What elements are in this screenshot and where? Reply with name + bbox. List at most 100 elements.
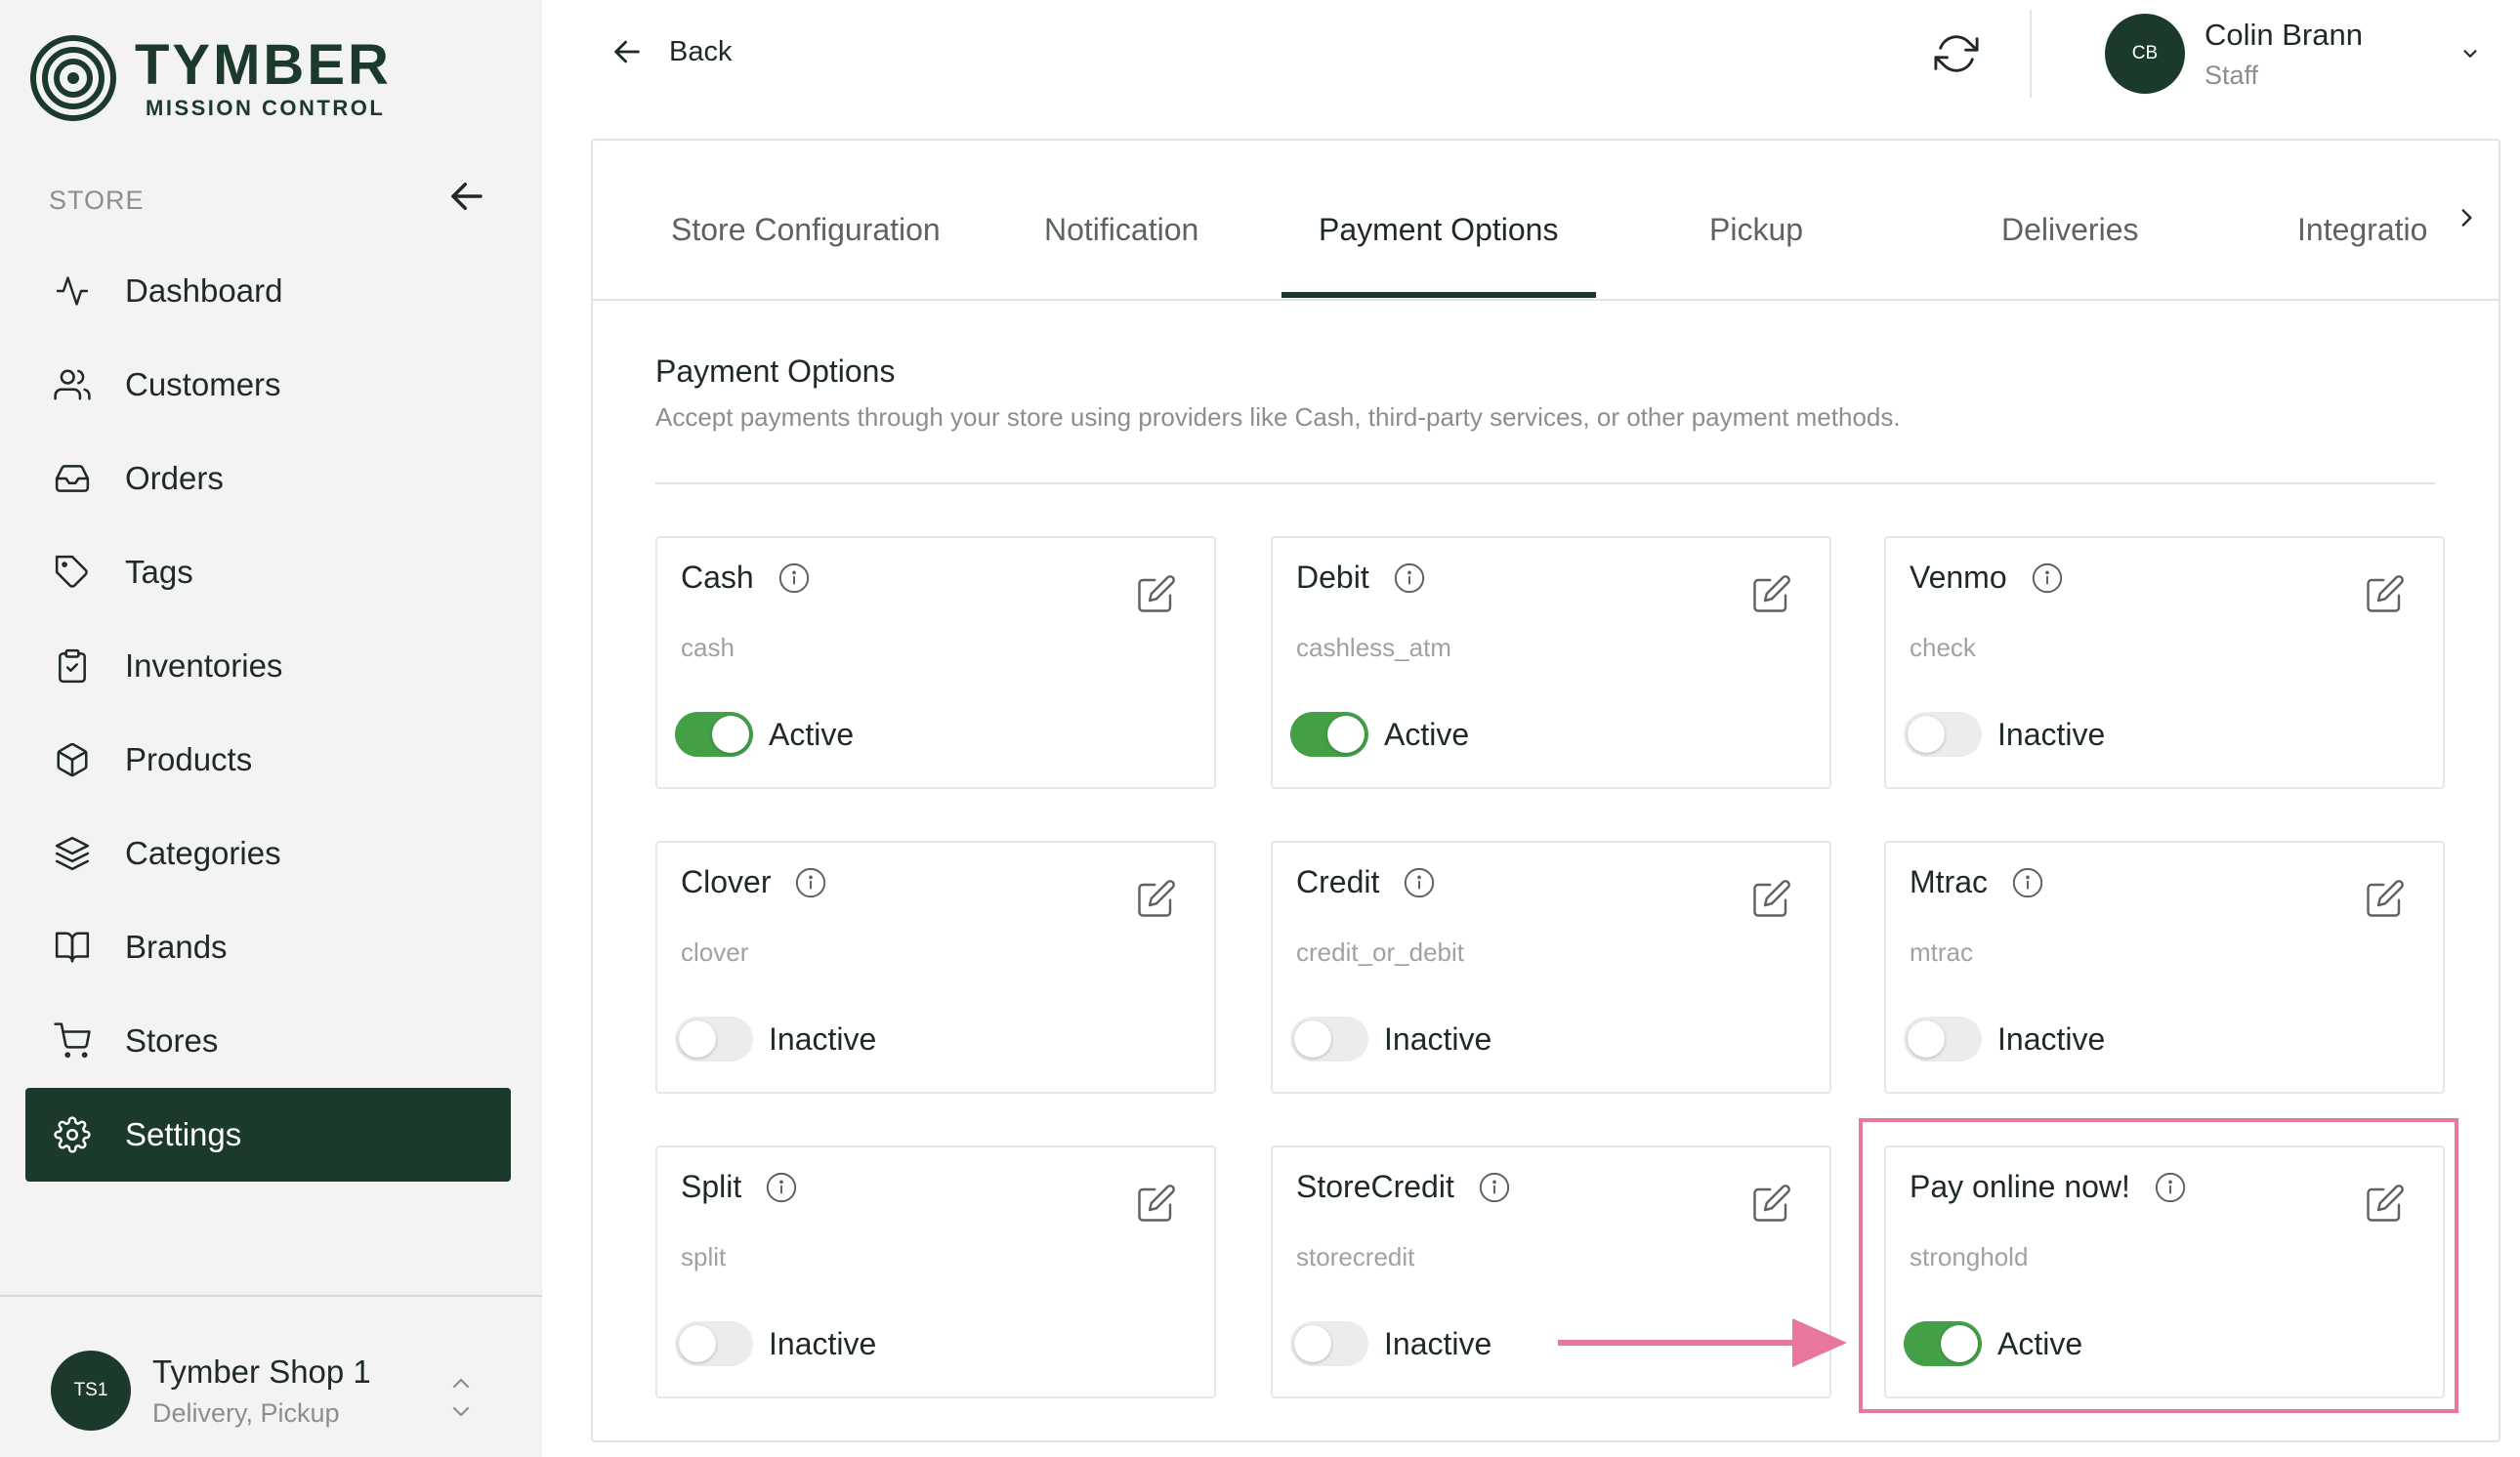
- status-label: Inactive: [769, 1325, 877, 1361]
- sidebar-item-label: Tags: [125, 554, 193, 590]
- sidebar-item-dashboard[interactable]: Dashboard: [25, 244, 511, 338]
- payment-method-code: credit_or_debit: [1296, 937, 1464, 967]
- payment-method-code: split: [681, 1242, 727, 1271]
- sidebar-item-inventories[interactable]: Inventories: [25, 619, 511, 713]
- status-label: Active: [1384, 716, 1470, 752]
- info-icon[interactable]: [1393, 562, 1426, 595]
- collapse-sidebar-button[interactable]: [444, 174, 489, 219]
- payment-method-name: Debit: [1296, 560, 1369, 595]
- sidebar-item-stores[interactable]: Stores: [25, 994, 511, 1088]
- edit-icon[interactable]: [1751, 878, 1792, 919]
- tab-integrations[interactable]: Integratio: [2297, 212, 2427, 248]
- user-menu[interactable]: CB Colin Brann Staff: [2105, 14, 2363, 94]
- clipboard-check-icon: [53, 646, 92, 686]
- edit-icon[interactable]: [1751, 573, 1792, 614]
- tab-payment-options[interactable]: Payment Options: [1319, 212, 1558, 248]
- section-description: Accept payments through your store using…: [655, 402, 1901, 432]
- status-toggle[interactable]: [1290, 1017, 1368, 1062]
- arrow-left-icon: [446, 176, 487, 217]
- payment-method-name: Cash: [681, 560, 754, 595]
- gear-icon: [53, 1115, 92, 1154]
- tab-deliveries[interactable]: Deliveries: [2001, 212, 2138, 248]
- edit-icon[interactable]: [1136, 573, 1177, 614]
- highlight-annotation: [1859, 1118, 2458, 1413]
- layers-icon: [53, 834, 92, 873]
- edit-icon[interactable]: [1751, 1183, 1792, 1224]
- tag-icon: [53, 553, 92, 592]
- toggle-knob: [679, 1325, 716, 1362]
- avatar: CB: [2105, 14, 2185, 94]
- users-icon: [53, 365, 92, 404]
- brand-subtitle: MISSION CONTROL: [146, 96, 386, 120]
- shop-name: Tymber Shop 1: [152, 1353, 371, 1390]
- info-icon[interactable]: [2031, 562, 2064, 595]
- back-button[interactable]: Back: [610, 35, 732, 68]
- edit-icon[interactable]: [2365, 573, 2406, 614]
- book-open-icon: [53, 928, 92, 967]
- status-toggle[interactable]: [1290, 1321, 1368, 1366]
- sidebar-item-label: Products: [125, 741, 253, 777]
- status-toggle[interactable]: [1904, 712, 1982, 757]
- tab-pickup[interactable]: Pickup: [1709, 212, 1803, 248]
- payment-method-name: Credit: [1296, 864, 1380, 899]
- brand-name: TYMBER: [135, 33, 392, 97]
- payment-method-card: Credit credit_or_debit Inactive: [1271, 841, 1831, 1094]
- edit-icon[interactable]: [1136, 1183, 1177, 1224]
- sidebar-item-categories[interactable]: Categories: [25, 807, 511, 900]
- edit-icon[interactable]: [1136, 878, 1177, 919]
- status-toggle[interactable]: [675, 1321, 753, 1366]
- section-divider: [655, 482, 2435, 484]
- sidebar-item-customers[interactable]: Customers: [25, 338, 511, 432]
- sidebar-nav: Dashboard Customers Orders Tags Inventor…: [25, 244, 511, 1182]
- info-icon[interactable]: [765, 1171, 798, 1204]
- shop-switcher[interactable]: TS1 Tymber Shop 1 Delivery, Pickup: [51, 1351, 371, 1431]
- box-icon: [53, 740, 92, 779]
- sidebar-item-tags[interactable]: Tags: [25, 525, 511, 619]
- info-icon[interactable]: [1478, 1171, 1511, 1204]
- sidebar-item-label: Orders: [125, 460, 224, 496]
- info-icon[interactable]: [794, 866, 827, 899]
- arrow-left-icon: [610, 35, 644, 68]
- tab-notification[interactable]: Notification: [1044, 212, 1198, 248]
- toggle-knob: [1327, 716, 1365, 753]
- refresh-icon: [1934, 31, 1979, 76]
- header-divider: [2030, 10, 2032, 98]
- shop-subtitle: Delivery, Pickup: [152, 1397, 340, 1428]
- sidebar-item-brands[interactable]: Brands: [25, 900, 511, 994]
- status-toggle[interactable]: [1904, 1017, 1982, 1062]
- toggle-knob: [1908, 1020, 1945, 1058]
- sidebar-item-orders[interactable]: Orders: [25, 432, 511, 525]
- payment-method-card: Mtrac mtrac Inactive: [1884, 841, 2445, 1094]
- sidebar-item-products[interactable]: Products: [25, 713, 511, 807]
- sidebar-divider: [0, 1295, 542, 1297]
- info-icon[interactable]: [777, 562, 811, 595]
- toggle-knob: [712, 716, 749, 753]
- brand-logo[interactable]: TYMBER MISSION CONTROL: [29, 34, 392, 122]
- status-label: Inactive: [1384, 1325, 1492, 1361]
- sidebar-item-settings[interactable]: Settings: [25, 1088, 511, 1182]
- inbox-icon: [53, 459, 92, 498]
- sidebar-item-label: Inventories: [125, 647, 283, 684]
- section-title: Payment Options: [655, 354, 896, 389]
- payment-method-card: Split split Inactive: [655, 1145, 1216, 1398]
- status-toggle[interactable]: [675, 1017, 753, 1062]
- status-toggle[interactable]: [675, 712, 753, 757]
- tab-store-configuration[interactable]: Store Configuration: [671, 212, 941, 248]
- info-icon[interactable]: [2011, 866, 2044, 899]
- tabs-scroll-right-button[interactable]: [2454, 205, 2479, 230]
- chevron-down-icon[interactable]: [2459, 43, 2481, 64]
- info-icon[interactable]: [1403, 866, 1436, 899]
- payment-method-card: Cash cash Active: [655, 536, 1216, 789]
- activity-icon: [53, 271, 92, 311]
- sidebar-item-label: Customers: [125, 366, 281, 402]
- sidebar-item-label: Dashboard: [125, 272, 283, 309]
- payment-method-name: Venmo: [1910, 560, 2007, 595]
- chevrons-up-down-icon[interactable]: [449, 1375, 473, 1420]
- payment-method-name: Split: [681, 1169, 742, 1204]
- payment-method-name: Clover: [681, 864, 772, 899]
- edit-icon[interactable]: [2365, 878, 2406, 919]
- refresh-button[interactable]: [1934, 31, 1979, 76]
- status-toggle[interactable]: [1290, 712, 1368, 757]
- chevron-right-icon: [2454, 205, 2479, 230]
- sidebar-item-label: Categories: [125, 835, 281, 871]
